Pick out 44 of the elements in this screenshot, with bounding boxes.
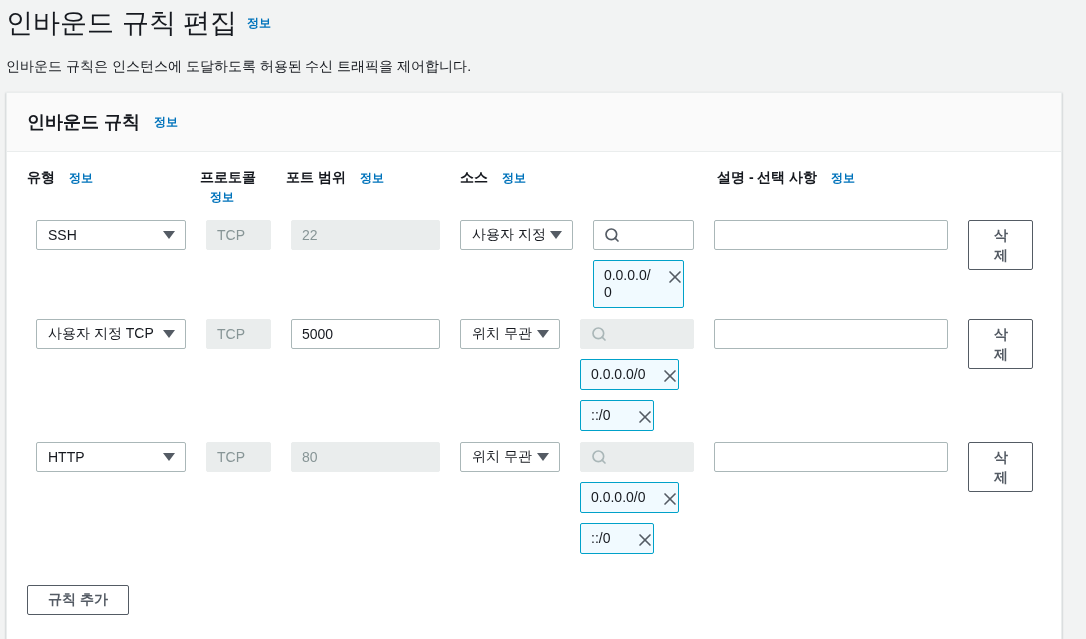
column-header: 소스 — [460, 169, 488, 187]
info-link[interactable]: 정보 — [831, 170, 856, 187]
description-field[interactable] — [714, 442, 948, 472]
info-link[interactable]: 정보 — [200, 189, 234, 206]
info-link[interactable]: 정보 — [69, 170, 93, 187]
delete-button[interactable]: 삭제 — [968, 442, 1033, 492]
cidr-text: 0.0.0.0/0 — [591, 366, 646, 382]
page-title: 인바운드 규칙 편집 — [6, 7, 237, 40]
column-header: 설명 - 선택 사항 — [717, 169, 818, 187]
search-icon — [591, 449, 607, 465]
caret-icon — [537, 329, 549, 339]
delete-button[interactable]: 삭제 — [968, 319, 1033, 369]
delete-button[interactable]: 삭제 — [968, 220, 1033, 270]
search-icon — [591, 326, 607, 342]
info-link[interactable]: 정보 — [247, 14, 271, 32]
panel-heading: 인바운드 규칙 — [27, 111, 140, 134]
cidr-text: 0.0.0.0/0 — [603, 267, 651, 300]
column-header: 유형 — [27, 169, 55, 187]
column-header: 포트 범위 — [286, 169, 346, 187]
add-rule-button[interactable]: 규칙 추가 — [27, 585, 129, 615]
info-link[interactable]: 정보 — [502, 170, 526, 187]
type-select[interactable]: 사용자 지정 TCP — [36, 319, 186, 349]
source-select[interactable]: 위치 무관 — [460, 319, 560, 349]
type-select[interactable]: HTTP — [36, 442, 186, 472]
description-field[interactable] — [714, 319, 948, 349]
caret-icon — [537, 452, 549, 462]
page-description: 인바운드 규칙은 인스턴스에 도달하도록 허용된 수신 트래픽을 제어합니다. — [6, 57, 473, 76]
cidr-text: ::/0 — [591, 530, 611, 546]
caret-icon — [163, 329, 175, 339]
source-select[interactable]: 사용자 지정 — [460, 220, 573, 250]
cidr-text: ::/0 — [591, 407, 611, 423]
caret-icon — [549, 230, 562, 240]
source-select[interactable]: 위치 무관 — [460, 442, 560, 472]
port-range-field[interactable]: 5000 — [291, 319, 440, 349]
column-header: 프로토콜 — [200, 169, 256, 187]
cidr-search-field[interactable] — [592, 220, 694, 250]
search-icon — [603, 227, 620, 243]
type-select[interactable]: SSH — [36, 220, 186, 250]
info-link[interactable]: 정보 — [359, 170, 384, 187]
caret-icon — [163, 230, 175, 240]
description-field[interactable] — [714, 220, 948, 250]
caret-icon — [163, 452, 175, 462]
cidr-text: 0.0.0.0/0 — [591, 489, 646, 505]
info-link[interactable]: 정보 — [154, 113, 178, 131]
